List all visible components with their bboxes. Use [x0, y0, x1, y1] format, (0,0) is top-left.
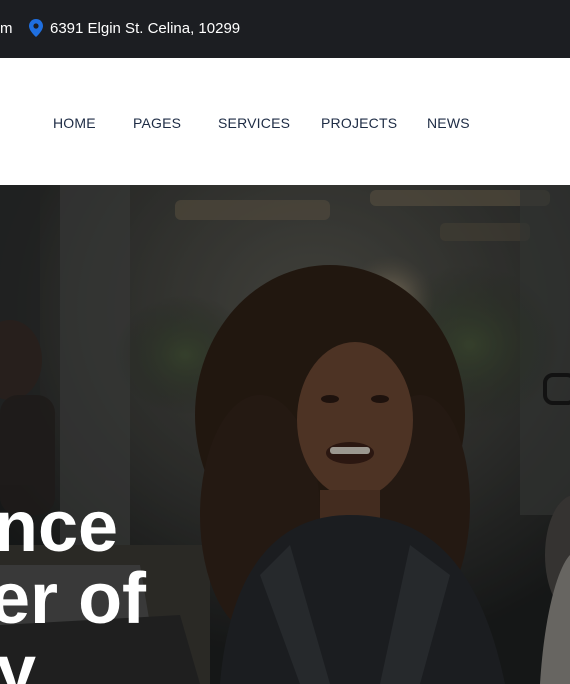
- hero-title-line-1: nce: [0, 487, 119, 567]
- nav-item-services[interactable]: SERVICES: [218, 115, 290, 131]
- top-info-bar: m 6391 Elgin St. Celina, 10299: [0, 0, 570, 58]
- nav-item-pages[interactable]: PAGES: [133, 115, 181, 131]
- email-text[interactable]: m: [0, 20, 13, 37]
- hero-title-line-3: y: [0, 631, 37, 684]
- address-text: 6391 Elgin St. Celina, 10299: [50, 20, 241, 37]
- hero-banner: nce er of y: [0, 185, 570, 684]
- hero-title-line-2: er of: [0, 559, 147, 639]
- main-navigation: HOME PAGES SERVICES PROJECTS NEWS: [0, 58, 570, 185]
- map-pin-icon: [29, 19, 43, 37]
- nav-item-projects[interactable]: PROJECTS: [321, 115, 397, 131]
- nav-item-news[interactable]: NEWS: [427, 115, 470, 131]
- nav-item-home[interactable]: HOME: [53, 115, 96, 131]
